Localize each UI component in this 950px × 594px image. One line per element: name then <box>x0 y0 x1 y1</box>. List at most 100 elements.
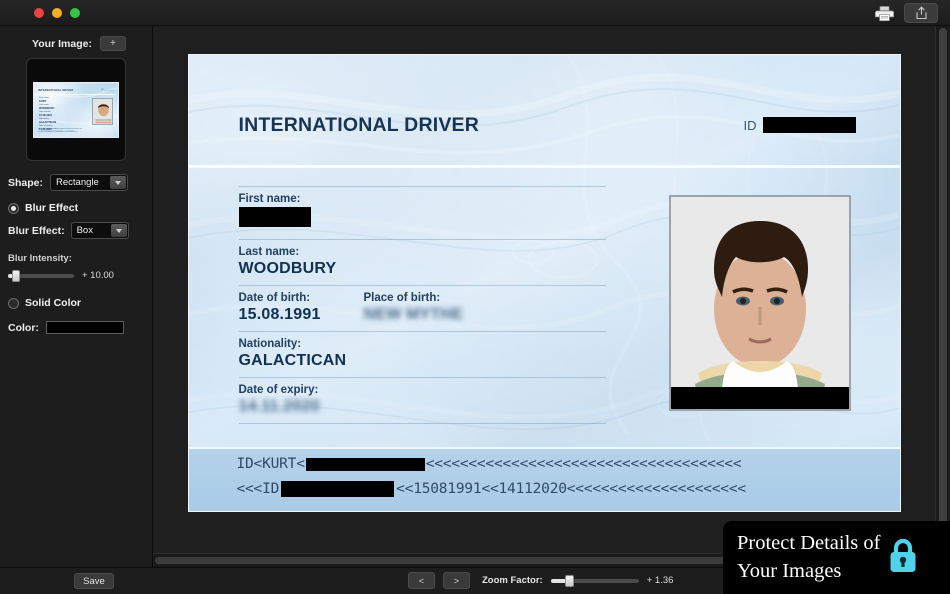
thumbnail-value: GALACTICAN <box>39 121 57 125</box>
solid-color-radio[interactable] <box>8 297 19 309</box>
chevron-down-icon[interactable] <box>110 224 127 237</box>
your-image-row: Your Image: + <box>0 36 152 51</box>
id-card-image[interactable]: INTERNATIONAL DRIVER ID First name: Last… <box>187 54 901 512</box>
canvas-viewport: INTERNATIONAL DRIVER ID First name: Last… <box>153 26 935 567</box>
thumbnail-value: WOODBURY <box>39 106 55 110</box>
main-body: Your Image: + INTERNATIONAL DRIVER ID __… <box>0 26 950 567</box>
portrait-redaction[interactable] <box>670 387 849 409</box>
date-of-birth-label: Date of birth: <box>238 292 311 304</box>
color-swatch[interactable] <box>45 321 124 334</box>
thumbnail-label: First name: <box>39 96 50 99</box>
solid-color-radio-label: Solid Color <box>25 297 81 309</box>
zoom-factor-label: Zoom Factor: <box>482 575 543 586</box>
field-divider <box>238 423 606 424</box>
nationality-value: GALACTICAN <box>238 352 347 369</box>
minimize-window-button[interactable] <box>52 8 62 18</box>
watermark-line-2: Your Images <box>737 559 842 582</box>
titlebar-actions <box>873 3 938 23</box>
portrait-photo-image <box>670 197 849 409</box>
save-button[interactable]: Save <box>74 573 114 589</box>
blur-effect-radio-label: Blur Effect <box>25 202 79 214</box>
slider-handle[interactable] <box>12 269 20 282</box>
vertical-scrollbar-thumb[interactable] <box>939 28 947 548</box>
mrz-zone: ID<KURT< <<<<<<<<<<<<<<<<<<<<<<<<<<<<<<<… <box>188 447 900 511</box>
thumbnail-portrait <box>92 97 113 125</box>
card-header <box>189 55 900 165</box>
mrz-line-1-suffix: <<<<<<<<<<<<<<<<<<<<<<<<<<<<<<<<<<<<< <box>425 456 742 472</box>
mrz-line-1: ID<KURT< <<<<<<<<<<<<<<<<<<<<<<<<<<<<<<<… <box>237 456 890 472</box>
color-control: Color: <box>0 321 152 334</box>
share-export-button[interactable] <box>904 3 938 23</box>
date-of-birth-value: 15.08.1991 <box>238 306 321 323</box>
blur-effect-select-value: Box <box>76 225 93 236</box>
titlebar <box>0 0 950 26</box>
zoom-factor-slider[interactable] <box>550 574 639 587</box>
blur-effect-control: Blur Effect: Box <box>0 222 152 239</box>
last-name-value: WOODBURY <box>238 260 337 277</box>
color-label: Color: <box>8 321 39 334</box>
mrz-line-2: <<<ID <<15081991<<14112020<<<<<<<<<<<<<<… <box>237 481 890 497</box>
birth-row: Date of birth: 15.08.1991 Place of birth… <box>239 286 606 331</box>
zoom-slider-handle[interactable] <box>564 574 574 587</box>
shape-control: Shape: Rectangle <box>0 174 152 191</box>
canvas-area[interactable]: INTERNATIONAL DRIVER ID First name: Last… <box>153 26 950 567</box>
mrz-line-2-redaction[interactable] <box>281 481 395 497</box>
blur-intensity-label: Blur Intensity: <box>8 253 72 264</box>
blur-intensity-slider-row: + 10.00 <box>8 269 144 282</box>
thumbnail-label: Last name: <box>39 103 50 106</box>
thumbnail-mrz: ID<KURT<WOODBURY<<<<<<<<<<<<<<<<<<< <<<I… <box>38 128 114 134</box>
zoom-controls: < > Zoom Factor: + 1.36 <box>408 572 673 589</box>
image-thumbnail-well[interactable]: INTERNATIONAL DRIVER ID ________ First n… <box>26 58 126 161</box>
maximize-window-button[interactable] <box>70 8 80 18</box>
sidebar-panel: Your Image: + INTERNATIONAL DRIVER ID __… <box>0 26 153 567</box>
shape-select[interactable]: Rectangle <box>50 174 129 191</box>
blur-intensity-slider[interactable] <box>8 269 74 282</box>
zoom-factor-value: + 1.36 <box>646 575 674 586</box>
chevron-down-icon[interactable] <box>110 176 127 189</box>
image-thumbnail: INTERNATIONAL DRIVER ID ________ First n… <box>33 81 119 138</box>
thumbnail-label: Nationality: <box>39 118 50 121</box>
card-id-label: ID <box>743 117 757 133</box>
add-image-button[interactable]: + <box>99 36 126 51</box>
thumbnail-rule <box>37 93 115 95</box>
app-window: Your Image: + INTERNATIONAL DRIVER ID __… <box>0 0 950 594</box>
solid-color-radio-row[interactable]: Solid Color <box>0 297 152 309</box>
card-title: INTERNATIONAL DRIVER <box>238 114 480 136</box>
date-of-expiry-label: Date of expiry: <box>238 384 319 396</box>
printer-icon[interactable] <box>873 3 895 23</box>
card-header-divider <box>188 165 900 168</box>
portrait-photo[interactable] <box>668 195 851 411</box>
card-id-redaction[interactable] <box>762 117 856 133</box>
date-of-expiry-value: 14.11.2020 <box>238 398 320 415</box>
close-window-button[interactable] <box>34 8 44 18</box>
mrz-line-2-prefix: <<<ID <box>236 481 280 497</box>
place-of-birth-value: NEW MYTHE <box>363 306 464 323</box>
mrz-line-1-prefix: ID<KURT< <box>236 456 305 472</box>
blur-effect-select[interactable]: Box <box>70 222 129 239</box>
last-name-label: Last name: <box>238 246 300 258</box>
blur-intensity-control: Blur Intensity: + 10.00 <box>0 253 152 282</box>
thumbnail-label: Date of birth: <box>39 110 51 113</box>
thumbnail-value: KURT <box>39 99 47 103</box>
lock-icon <box>888 536 918 579</box>
thumbnail-value: 15.08.1991 <box>39 113 52 117</box>
first-name-label: First name: <box>238 193 301 205</box>
watermark-line-1: Protect Details of <box>737 532 881 555</box>
zoom-prev-button[interactable]: < <box>408 572 435 589</box>
thumbnail-id: ID ________ <box>101 88 114 91</box>
mrz-line-1-redaction[interactable] <box>305 457 425 471</box>
card-fields: First name: Last name: WOODBURY Date of … <box>238 186 606 424</box>
shape-select-value: Rectangle <box>56 177 99 188</box>
thumbnail-mrz-line: <<<ID 1234567<<15081991<<14112020<<< <box>38 130 78 133</box>
shape-label: Shape: <box>8 176 44 189</box>
your-image-label: Your Image: <box>32 37 92 50</box>
watermark-overlay: Protect Details of Your Images <box>723 521 950 594</box>
thumbnail-title: INTERNATIONAL DRIVER <box>38 88 74 92</box>
blur-effect-radio[interactable] <box>8 202 19 214</box>
vertical-scrollbar[interactable] <box>935 26 950 567</box>
zoom-next-button[interactable]: > <box>443 572 470 589</box>
first-name-redaction[interactable] <box>238 207 311 227</box>
watermark-text: Protect Details of Your Images <box>737 530 880 584</box>
place-of-birth-label: Place of birth: <box>363 292 441 304</box>
blur-effect-radio-row[interactable]: Blur Effect <box>0 202 152 214</box>
